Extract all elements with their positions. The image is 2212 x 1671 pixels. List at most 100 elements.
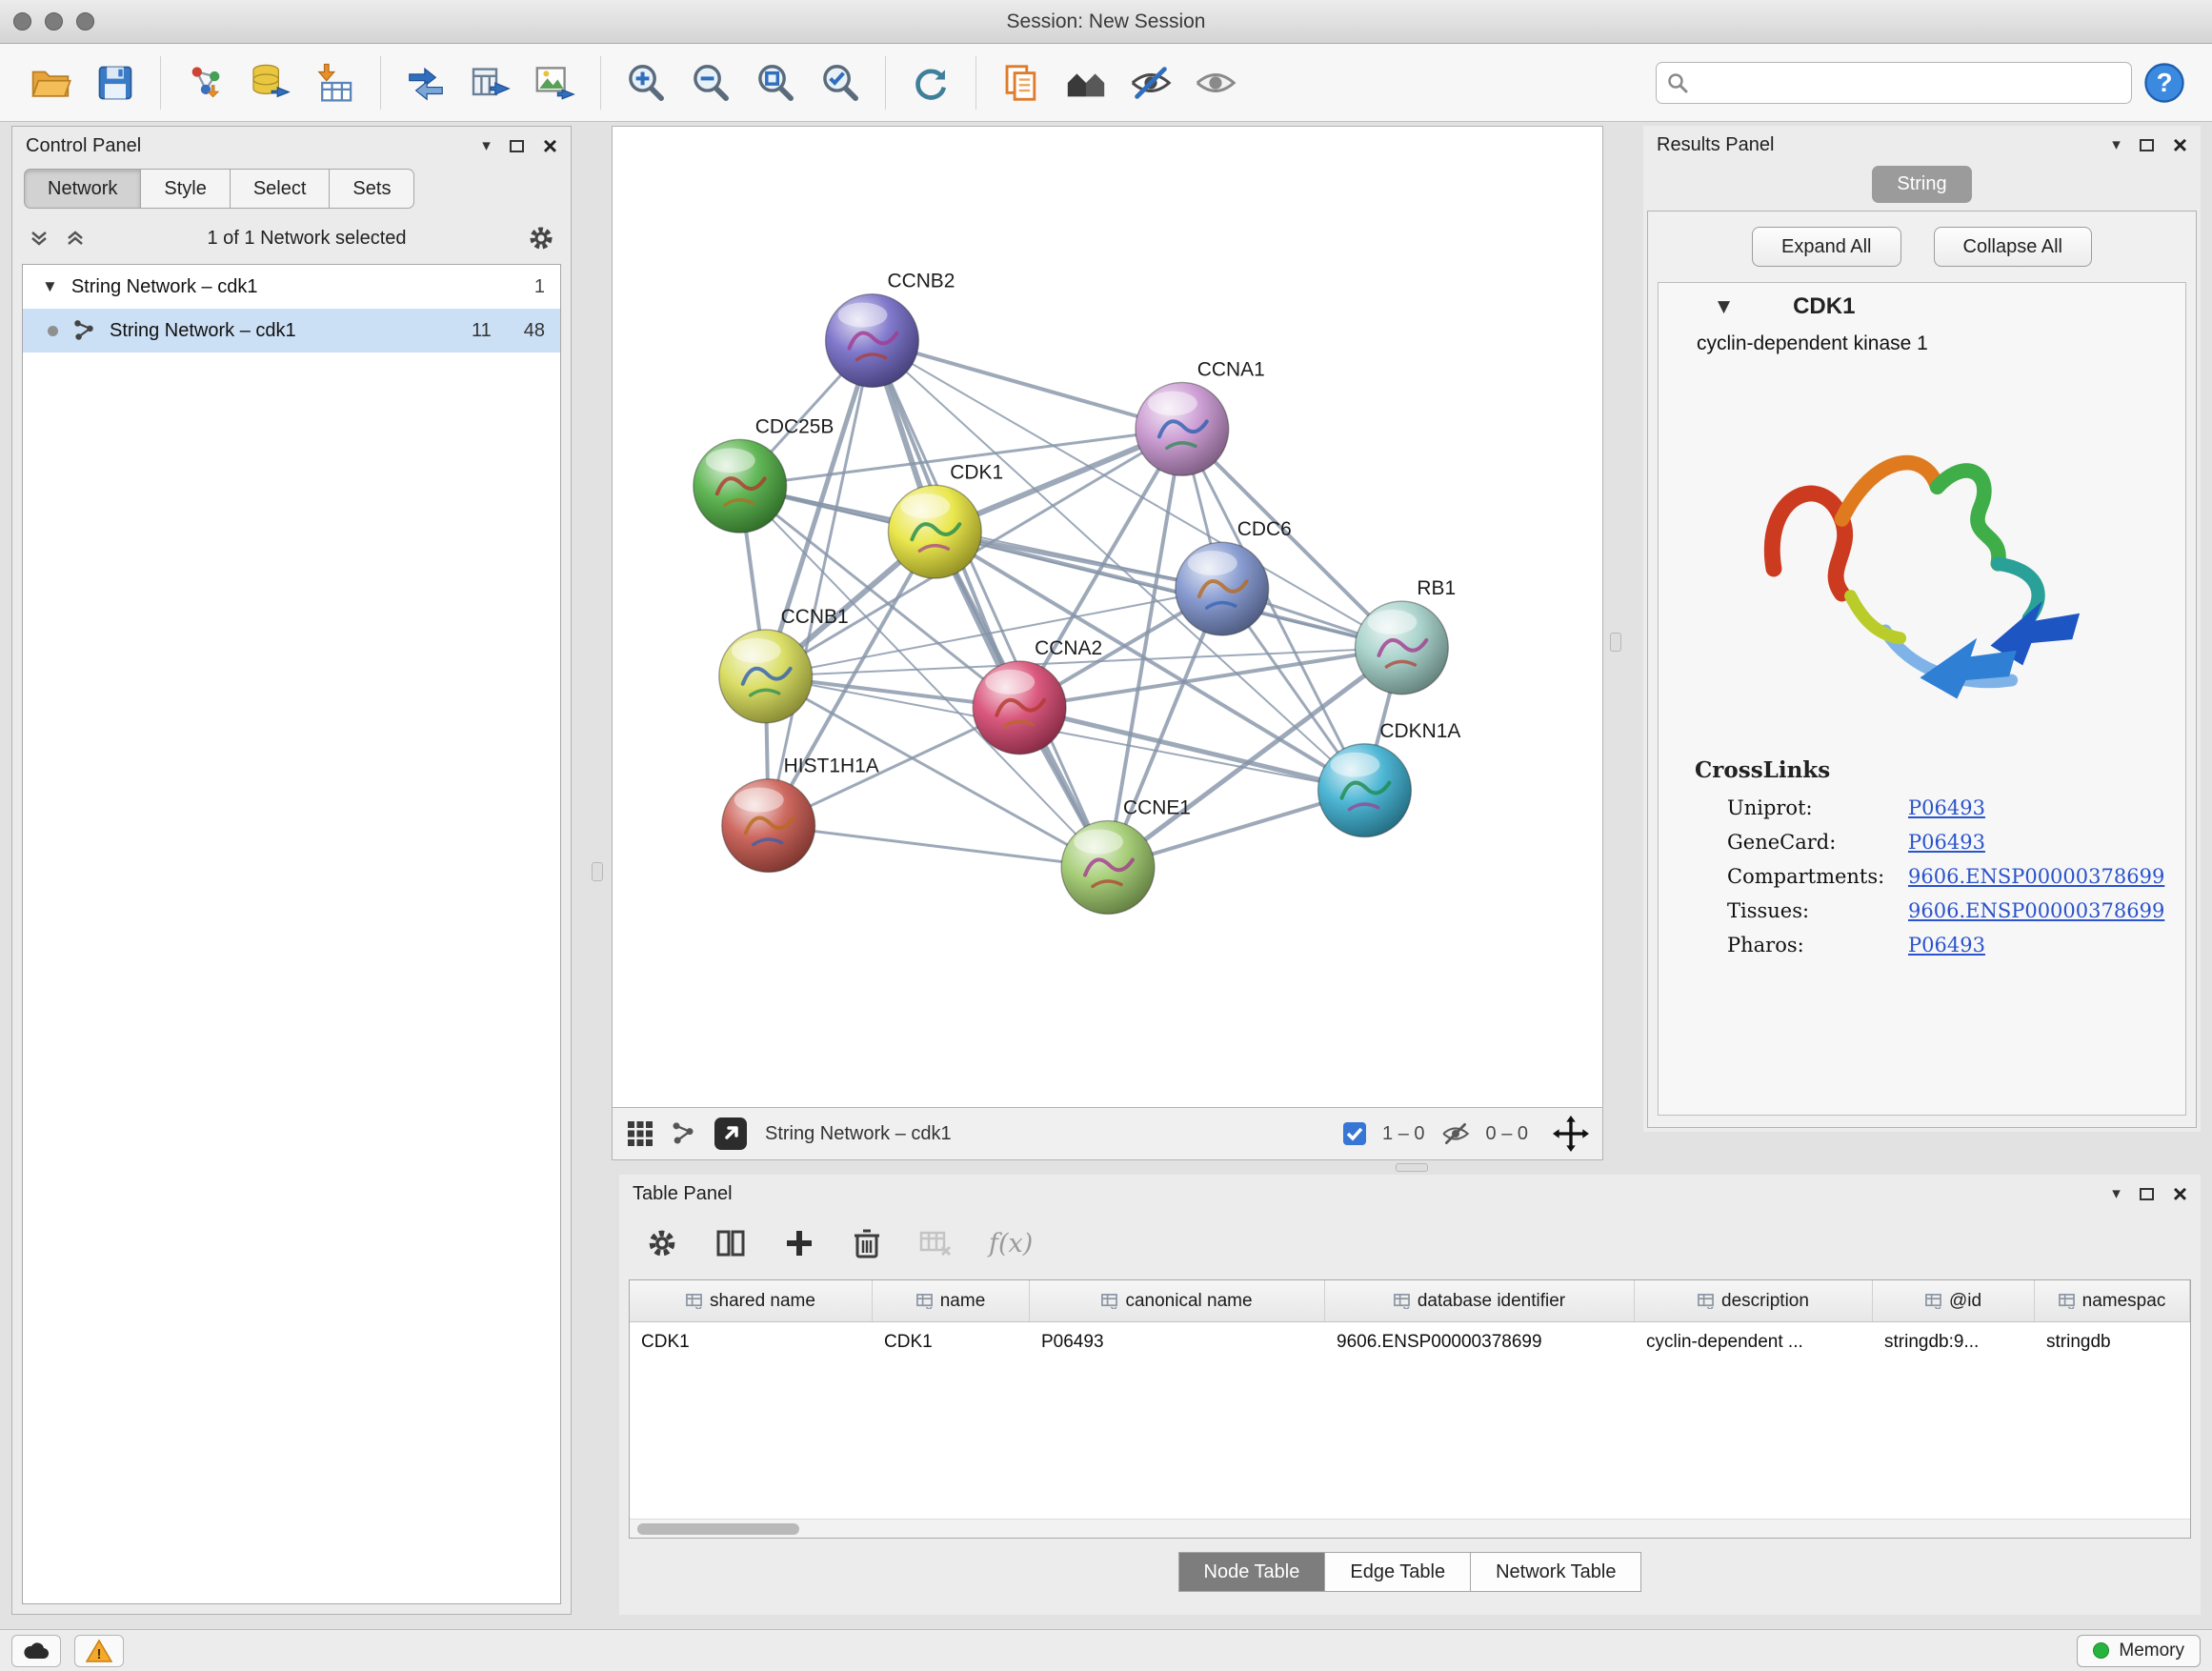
zoom-fit-icon — [754, 61, 797, 105]
add-column-plus-icon[interactable] — [783, 1227, 815, 1259]
column-header[interactable]: name — [873, 1280, 1030, 1321]
detach-view-icon[interactable] — [712, 1115, 750, 1153]
cell-id[interactable]: stringdb:9... — [1873, 1332, 2035, 1353]
collapse-all-chevrons-icon[interactable] — [64, 227, 87, 250]
tab-edge-table[interactable]: Edge Table — [1325, 1552, 1471, 1592]
cell-description[interactable]: cyclin-dependent ... — [1635, 1332, 1873, 1353]
hide-selected-button[interactable] — [1121, 53, 1180, 112]
show-columns-icon[interactable] — [714, 1227, 747, 1259]
network-canvas[interactable]: CCNB2CCNA1CDC25BCDK1CDC6RB1CCNB1CCNA2CDK… — [612, 126, 1603, 1108]
save-session-button[interactable] — [86, 53, 145, 112]
column-header[interactable]: description — [1635, 1280, 1873, 1321]
zoom-fit-button[interactable] — [746, 53, 805, 112]
tab-string[interactable]: String — [1872, 166, 1971, 203]
column-header[interactable]: @id — [1873, 1280, 2035, 1321]
network-row-selected[interactable]: String Network – cdk1 11 48 — [23, 309, 560, 352]
import-network-from-file-button[interactable] — [176, 53, 235, 112]
expand-all-button[interactable]: Expand All — [1752, 227, 1901, 267]
tab-style[interactable]: Style — [141, 169, 230, 209]
column-header[interactable]: namespac — [2035, 1280, 2190, 1321]
gene-header[interactable]: ▼ CDK1 — [1659, 283, 2185, 331]
network-collection-row[interactable]: ▼ String Network – cdk1 1 — [23, 265, 560, 309]
window-close-button[interactable] — [13, 12, 31, 30]
panel-close-icon[interactable]: × — [2173, 1184, 2187, 1203]
cloud-status-button[interactable] — [11, 1635, 61, 1667]
crosslink-link[interactable]: P06493 — [1908, 796, 1985, 819]
panel-close-icon[interactable]: × — [2173, 135, 2187, 154]
expand-all-chevrons-icon[interactable] — [28, 227, 50, 250]
houses-icon — [1063, 60, 1109, 106]
zoom-out-button[interactable] — [681, 53, 740, 112]
table-settings-gear-icon[interactable] — [646, 1227, 678, 1259]
panel-float-icon[interactable] — [2140, 139, 2154, 151]
zoom-in-button[interactable] — [616, 53, 675, 112]
column-header[interactable]: shared name — [630, 1280, 873, 1321]
splitter-handle[interactable] — [592, 862, 603, 881]
window-minimize-button[interactable] — [45, 12, 63, 30]
cell-database-identifier[interactable]: 9606.ENSP00000378699 — [1325, 1332, 1635, 1353]
splitter-handle[interactable] — [1396, 1163, 1428, 1172]
cell-namespace[interactable]: stringdb — [2035, 1332, 2190, 1353]
tab-network[interactable]: Network — [24, 169, 141, 209]
crosslink-link[interactable]: 9606.ENSP00000378699 — [1908, 865, 2164, 888]
export-network-button[interactable] — [461, 53, 520, 112]
cell-canonical-name[interactable]: P06493 — [1030, 1332, 1325, 1353]
collapse-all-button[interactable]: Collapse All — [1934, 227, 2093, 267]
results-panel: Results Panel ▾ × String Expand All Coll… — [1643, 126, 2201, 1132]
zoom-selected-button[interactable] — [811, 53, 870, 112]
new-network-from-selection-button[interactable] — [396, 53, 455, 112]
memory-status-dot-icon — [2093, 1642, 2109, 1659]
section-expanded-icon[interactable]: ▼ — [1718, 297, 1730, 316]
svg-text:CCNE1: CCNE1 — [1123, 797, 1191, 819]
export-image-button[interactable] — [526, 53, 585, 112]
network-selection-summary: 1 of 1 Network selected — [100, 228, 513, 250]
refresh-icon — [909, 61, 953, 105]
grid-view-icon[interactable] — [626, 1119, 654, 1148]
birdseye-crosshair-icon[interactable] — [1553, 1116, 1589, 1152]
first-neighbors-button[interactable] — [1056, 53, 1116, 112]
table-horizontal-scrollbar[interactable] — [630, 1519, 2190, 1538]
tab-sets[interactable]: Sets — [330, 169, 414, 209]
scrollbar-thumb[interactable] — [637, 1523, 799, 1535]
help-button[interactable]: ? — [2138, 53, 2191, 112]
export-image-icon — [533, 60, 578, 106]
cell-name[interactable]: CDK1 — [873, 1332, 1030, 1353]
network-graph[interactable]: CCNB2CCNA1CDC25BCDK1CDC6RB1CCNB1CCNA2CDK… — [613, 127, 1602, 1107]
control-panel: Control Panel ▾ × Network Style Select S… — [11, 126, 572, 1615]
table-row[interactable]: CDK1 CDK1 P06493 9606.ENSP00000378699 cy… — [630, 1322, 2190, 1362]
tab-node-table[interactable]: Node Table — [1178, 1552, 1326, 1592]
cell-shared-name[interactable]: CDK1 — [630, 1332, 873, 1353]
results-panel-title: Results Panel — [1657, 134, 1774, 156]
panel-float-icon[interactable] — [2140, 1188, 2154, 1200]
memory-button[interactable]: Memory — [2077, 1635, 2201, 1667]
show-all-button[interactable] — [1186, 53, 1245, 112]
import-table-from-file-button[interactable] — [306, 53, 365, 112]
apply-layout-button[interactable] — [901, 53, 960, 112]
panel-close-icon[interactable]: × — [543, 136, 557, 155]
panel-collapse-icon[interactable]: ▾ — [2112, 1184, 2121, 1203]
column-header[interactable]: database identifier — [1325, 1280, 1635, 1321]
crosslink-link[interactable]: P06493 — [1908, 831, 1985, 854]
search-input[interactable] — [1697, 65, 2122, 101]
node-table: shared name name canonical name database… — [629, 1279, 2191, 1539]
tab-select[interactable]: Select — [231, 169, 331, 209]
delete-column-trash-icon[interactable] — [852, 1227, 882, 1259]
share-view-icon[interactable] — [670, 1120, 696, 1147]
copy-style-button[interactable] — [992, 53, 1051, 112]
gear-icon[interactable] — [527, 224, 555, 252]
warnings-button[interactable]: ! — [74, 1635, 124, 1667]
import-network-from-database-button[interactable] — [241, 53, 300, 112]
panel-collapse-icon[interactable]: ▾ — [482, 136, 491, 155]
tree-expanded-icon[interactable]: ▼ — [42, 277, 58, 296]
tab-network-table[interactable]: Network Table — [1471, 1552, 1641, 1592]
crosslink-link[interactable]: 9606.ENSP00000378699 — [1908, 899, 2164, 922]
crosslink-link[interactable]: P06493 — [1908, 934, 1985, 956]
panel-float-icon[interactable] — [510, 140, 524, 152]
window-zoom-button[interactable] — [76, 12, 94, 30]
collection-count: 1 — [534, 276, 545, 298]
column-header[interactable]: canonical name — [1030, 1280, 1325, 1321]
panel-collapse-icon[interactable]: ▾ — [2112, 135, 2121, 154]
open-session-button[interactable] — [21, 53, 80, 112]
splitter-handle[interactable] — [1610, 633, 1621, 652]
selected-checkbox-icon[interactable] — [1342, 1121, 1367, 1146]
